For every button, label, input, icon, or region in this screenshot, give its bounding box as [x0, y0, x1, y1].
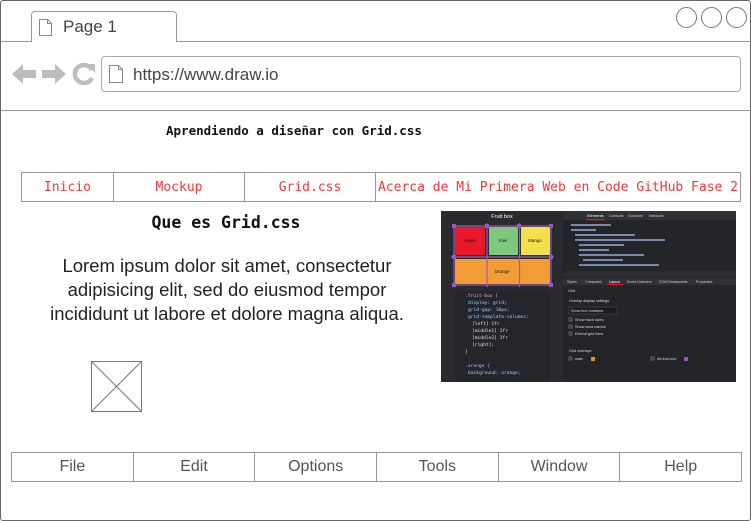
- svg-text:[middle1] 1fr: [middle1] 1fr: [472, 328, 508, 334]
- svg-text:Extend grid lines: Extend grid lines: [575, 332, 603, 336]
- section-title: Que es Grid.css: [151, 213, 301, 232]
- browser-tab[interactable]: Page 1: [31, 11, 177, 42]
- nav-link-acerca[interactable]: Acerca de Mi Primera Web en Code GitHub …: [376, 173, 740, 201]
- forward-arrow-icon[interactable]: [41, 63, 66, 85]
- svg-text:[middle2] 1fr: [middle2] 1fr: [472, 335, 508, 341]
- menu-window[interactable]: Window: [499, 453, 621, 481]
- devtools-screenshot: Fruit box Apple Kiwi Mango Orange .fruit…: [441, 211, 736, 382]
- svg-text:Show area names: Show area names: [575, 325, 606, 329]
- page-heading: Aprendiendo a diseñar con Grid.css: [166, 123, 422, 138]
- svg-text:Computed: Computed: [585, 280, 602, 284]
- svg-text:Overlay display settings: Overlay display settings: [569, 299, 609, 303]
- menu-bar: File Edit Options Tools Window Help: [11, 452, 742, 482]
- svg-text:Properties: Properties: [696, 280, 713, 284]
- svg-text:Orange: Orange: [494, 269, 510, 274]
- svg-text:Layout: Layout: [609, 280, 620, 284]
- maximize-button[interactable]: [701, 7, 722, 28]
- menu-help[interactable]: Help: [620, 453, 741, 481]
- menu-tools[interactable]: Tools: [377, 453, 499, 481]
- svg-text:}: }: [465, 349, 468, 355]
- svg-text:Console: Console: [609, 213, 624, 218]
- svg-text:.fruit-box {: .fruit-box {: [465, 293, 498, 299]
- svg-text:display: grid;: display: grid;: [468, 300, 507, 306]
- svg-text:background: orange;: background: orange;: [468, 370, 521, 376]
- svg-text:[left] 1fr: [left] 1fr: [472, 321, 500, 327]
- site-nav: Inicio Mockup Grid.css Acerca de Mi Prim…: [21, 172, 741, 202]
- menu-edit[interactable]: Edit: [134, 453, 256, 481]
- svg-text:Mango: Mango: [528, 238, 542, 243]
- svg-text:Show track sizes: Show track sizes: [575, 318, 604, 322]
- body-paragraph: Lorem ipsum dolor sit amet, consectetur …: [50, 255, 404, 324]
- toolbar-divider: [1, 110, 751, 111]
- svg-text:Sources: Sources: [628, 213, 643, 218]
- tab-label: Page 1: [63, 17, 117, 36]
- url-text: https://www.draw.io: [133, 65, 279, 84]
- svg-text:Elements: Elements: [587, 213, 604, 218]
- minimize-button[interactable]: [676, 7, 697, 28]
- page-icon: [109, 65, 123, 83]
- svg-text:Kiwi: Kiwi: [499, 238, 507, 243]
- image-placeholder-icon: [91, 361, 142, 412]
- reload-icon[interactable]: [72, 63, 96, 85]
- svg-text:div.fruit-box: div.fruit-box: [657, 357, 676, 361]
- svg-text:Show line numbers: Show line numbers: [571, 309, 603, 313]
- page-icon: [39, 19, 52, 36]
- fruit-box-title: Fruit box: [491, 214, 513, 220]
- back-arrow-icon[interactable]: [12, 63, 37, 85]
- svg-text:Grid: Grid: [568, 289, 575, 293]
- browser-window: Page 1 https://www.draw.io Aprendiendo a…: [0, 0, 751, 521]
- svg-text:main: main: [575, 357, 583, 361]
- menu-file[interactable]: File: [12, 453, 134, 481]
- svg-text:grid-template-columns:: grid-template-columns:: [468, 314, 529, 320]
- nav-link-grid[interactable]: Grid.css: [245, 173, 376, 201]
- svg-text:Grid overlays: Grid overlays: [569, 349, 591, 353]
- address-bar[interactable]: https://www.draw.io: [101, 56, 741, 92]
- svg-text:Event Listeners: Event Listeners: [627, 280, 652, 284]
- close-button[interactable]: [726, 7, 747, 28]
- svg-text:Network: Network: [649, 213, 664, 218]
- svg-text:DOM Breakpoints: DOM Breakpoints: [659, 280, 688, 284]
- svg-text:[right];: [right];: [472, 342, 494, 348]
- menu-options[interactable]: Options: [255, 453, 378, 481]
- svg-text:.orange {: .orange {: [465, 363, 490, 369]
- svg-text:Styles: Styles: [567, 280, 577, 284]
- svg-text:Apple: Apple: [464, 238, 476, 243]
- nav-link-inicio[interactable]: Inicio: [22, 173, 114, 201]
- nav-link-mockup[interactable]: Mockup: [114, 173, 245, 201]
- svg-text:grid-gap: 10px;: grid-gap: 10px;: [468, 307, 510, 313]
